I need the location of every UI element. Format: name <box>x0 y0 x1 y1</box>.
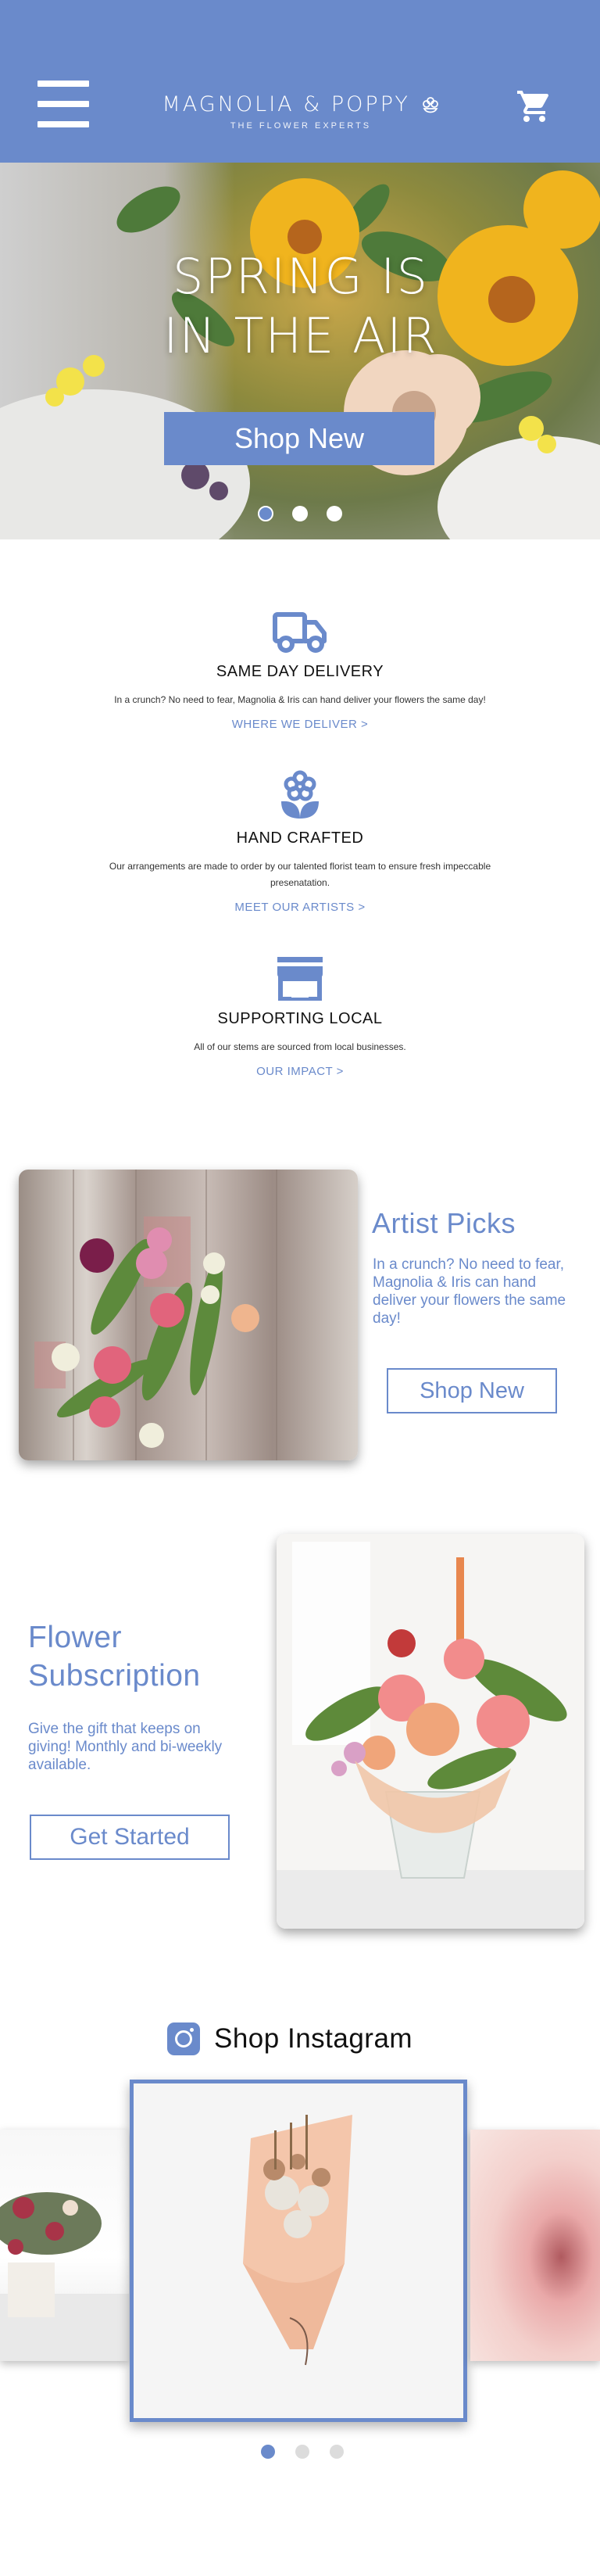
feature-title: HAND CRAFTED <box>236 829 364 847</box>
artist-picks-shop-new-button[interactable]: Shop New <box>387 1368 557 1413</box>
flower-icon <box>423 96 439 113</box>
hero-title: SPRING IS IN THE AIR <box>163 248 438 364</box>
feature-description: Our arrangements are made to order by ou… <box>109 861 491 888</box>
site-header: MAGNOLIA & POPPY THE FLOWER EXPERTS <box>0 0 600 163</box>
hamburger-menu-icon[interactable] <box>38 81 89 127</box>
hero-carousel-dots <box>258 506 342 523</box>
feature-description: All of our stems are sourced from local … <box>194 1041 406 1052</box>
hero-dot-3[interactable] <box>327 506 342 521</box>
hero-shop-new-button[interactable]: Shop New <box>164 412 434 465</box>
feature-title: SAME DAY DELIVERY <box>216 663 384 680</box>
hero-banner: SPRING IS IN THE AIR Shop New <box>0 163 600 539</box>
artist-picks-title: Artist Picks <box>372 1207 516 1239</box>
our-impact-link[interactable]: OUR IMPACT > <box>256 1065 344 1078</box>
brand-name: MAGNOLIA & POPPY <box>162 92 410 116</box>
instagram-dot-3[interactable] <box>330 2445 344 2459</box>
hero-dot-2[interactable] <box>292 506 308 521</box>
instagram-post-previous[interactable] <box>0 2130 129 2361</box>
feature-same-day-delivery: SAME DAY DELIVERY In a crunch? No need t… <box>0 610 600 732</box>
shop-instagram-header: Shop Instagram <box>167 2020 412 2058</box>
feature-hand-crafted: HAND CRAFTED Our arrangements are made t… <box>0 770 600 915</box>
instagram-carousel-dots <box>261 2445 344 2459</box>
instagram-dot-1[interactable] <box>261 2445 275 2459</box>
where-we-deliver-link[interactable]: WHERE WE DELIVER > <box>232 718 368 731</box>
shopping-cart-icon[interactable] <box>516 88 553 125</box>
flower-icon <box>281 770 319 819</box>
instagram-post-next[interactable] <box>470 2130 600 2361</box>
storefront-icon <box>277 957 323 1001</box>
subscription-title: Flower Subscription <box>28 1621 201 1693</box>
brand-logo[interactable]: MAGNOLIA & POPPY THE FLOWER EXPERTS <box>148 92 453 131</box>
instagram-icon[interactable] <box>167 2022 200 2055</box>
hero-dot-1[interactable] <box>258 506 273 521</box>
subscription-image[interactable] <box>277 1534 584 1929</box>
brand-tagline: THE FLOWER EXPERTS <box>230 121 372 131</box>
shop-instagram-title: Shop Instagram <box>214 2023 413 2054</box>
feature-title: SUPPORTING LOCAL <box>217 1010 383 1027</box>
feature-supporting-local: SUPPORTING LOCAL All of our stems are so… <box>0 955 600 1079</box>
truck-icon <box>273 612 327 653</box>
artist-picks-description: In a crunch? No need to fear, Magnolia &… <box>373 1256 566 1327</box>
get-started-button[interactable]: Get Started <box>30 1815 230 1860</box>
feature-description: In a crunch? No need to fear, Magnolia &… <box>114 694 486 705</box>
meet-our-artists-link[interactable]: MEET OUR ARTISTS > <box>234 901 365 914</box>
instagram-post-featured[interactable] <box>130 2080 467 2422</box>
subscription-description: Give the gift that keeps on giving! Mont… <box>28 1721 223 1773</box>
artist-picks-image[interactable] <box>19 1170 358 1460</box>
instagram-dot-2[interactable] <box>295 2445 309 2459</box>
